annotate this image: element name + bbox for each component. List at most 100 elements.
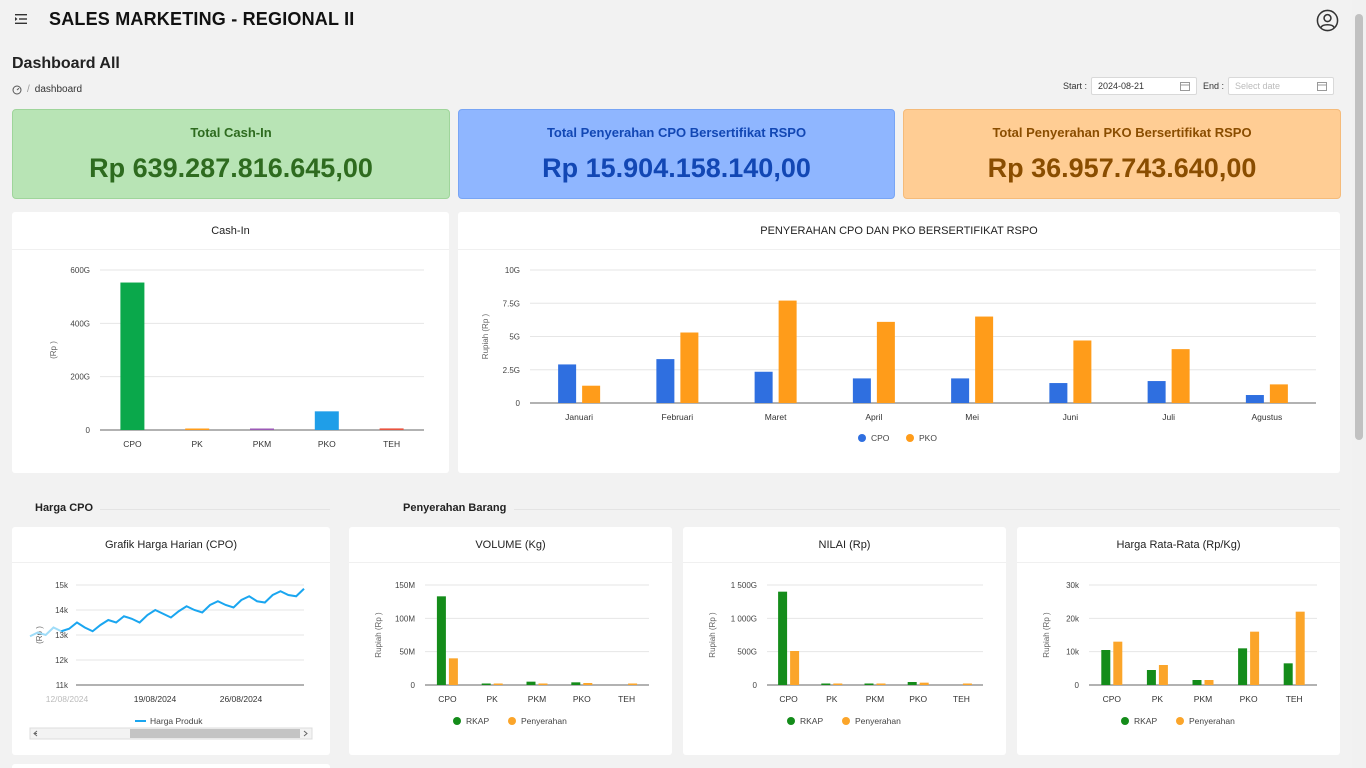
y-tick-label: 13k <box>55 631 69 640</box>
y-tick-label: 50M <box>399 648 415 657</box>
y-axis-label: Rupiah (Rp ) <box>374 612 383 658</box>
y-tick-label: 10G <box>505 266 520 275</box>
breadcrumb-current: dashboard <box>34 84 83 95</box>
bar-penyerahan-pko <box>919 682 929 685</box>
bar-pko-april <box>876 321 895 403</box>
bar-rkap-pk <box>1146 670 1156 685</box>
menu-fold-icon[interactable] <box>14 12 28 26</box>
section-harga-cpo: Harga CPO <box>35 502 94 514</box>
bar-cpo-maret <box>754 371 773 403</box>
x-tick-label: PKO <box>909 694 927 704</box>
x-tick-label: CPO <box>1103 694 1122 704</box>
x-tick-label: 12/08/2024 <box>46 694 89 704</box>
bar-rkap-cpo <box>436 596 446 685</box>
page-title: Dashboard All <box>12 55 120 72</box>
legend-label: PKO <box>919 433 937 443</box>
bar-rkap-pkm <box>526 681 536 685</box>
x-tick-label: PKM <box>528 694 546 704</box>
user-avatar-icon[interactable] <box>1316 9 1339 32</box>
y-tick-label: 5G <box>509 333 520 342</box>
bar-pko-januari <box>582 385 601 403</box>
bar-pk <box>185 428 210 430</box>
bar-cpo-februari <box>656 359 675 403</box>
breadcrumb: / dashboard <box>12 84 82 95</box>
legend-marker-penyerahan <box>1176 717 1184 725</box>
x-tick-label: PKM <box>253 439 271 449</box>
bar-pko-mei <box>975 316 994 403</box>
bar-penyerahan-pko <box>1250 631 1260 685</box>
end-label: End : <box>1202 81 1224 91</box>
bar-rkap-cpo <box>778 591 788 685</box>
dashboard-icon[interactable] <box>12 85 22 95</box>
bar-pko-juni <box>1073 340 1092 403</box>
stat-value: Rp 36.957.743.640,00 <box>987 153 1257 183</box>
y-tick-label: 10k <box>1066 648 1080 657</box>
top-bar: SALES MARKETING - REGIONAL II <box>0 0 1352 40</box>
x-tick-label: PK <box>1152 694 1164 704</box>
start-label: Start : <box>1062 81 1087 91</box>
breadcrumb-separator: / <box>27 84 30 95</box>
cash-in-chart-card: Cash-In 0 200G 400G 600G (Rp ) CPO PK PKM PKO TEH <box>12 212 449 473</box>
scroll-thumb[interactable] <box>1355 14 1363 440</box>
legend-label: Penyerahan <box>855 716 901 726</box>
bar-pko-februari <box>680 332 699 403</box>
x-tick-label: CPO <box>438 694 457 704</box>
y-tick-label: 0 <box>753 681 758 690</box>
legend-label: RKAP <box>1134 716 1157 726</box>
end-date-input[interactable]: Select date <box>1228 77 1334 95</box>
y-tick-label: 0 <box>411 681 416 690</box>
x-tick-label: Mei <box>965 412 979 422</box>
legend-marker-pko <box>906 434 914 442</box>
bar-penyerahan-pk <box>493 683 503 685</box>
bar-pko-maret <box>778 300 797 403</box>
y-tick-label: 400G <box>70 319 90 328</box>
next-card <box>12 764 330 768</box>
bar-cpo-januari <box>558 364 577 403</box>
x-tick-label: TEH <box>1286 694 1303 704</box>
bar-rkap-cpo <box>1101 650 1111 685</box>
start-date-input[interactable]: 2024-08-21 <box>1090 77 1197 95</box>
x-tick-label: Februari <box>662 412 694 422</box>
total-pko-rspo-card: Total Penyerahan PKO Bersertifikat RSPO … <box>903 109 1341 199</box>
legend-marker-rkap <box>787 717 795 725</box>
zoom-scroller-thumb <box>130 729 300 738</box>
bar-pko <box>314 411 339 430</box>
rspo-chart: 0 2.5G 5G 7.5G 10G Rupiah (Rp ) Januari Februar… <box>481 266 1316 443</box>
bar-penyerahan-cpo <box>448 658 458 685</box>
bar-cpo-mei <box>951 378 970 403</box>
bar-pkm <box>250 428 274 430</box>
bar-rkap-teh <box>1283 663 1293 685</box>
bar-penyerahan-pk <box>1158 665 1168 685</box>
y-tick-label: 20k <box>1066 614 1080 623</box>
y-tick-label: 1 000G <box>731 614 757 623</box>
y-tick-label: 0 <box>1075 681 1080 690</box>
x-tick-label: Januari <box>565 412 593 422</box>
bar-pko-agustus <box>1269 384 1288 403</box>
y-axis-label: Rupiah (Rp ) <box>1042 612 1051 658</box>
x-tick-label: Juli <box>1162 412 1175 422</box>
x-tick-label: Juni <box>1063 412 1079 422</box>
x-tick-label: PKO <box>1240 694 1258 704</box>
legend-marker-penyerahan <box>842 717 850 725</box>
x-tick-label: April <box>865 412 882 422</box>
y-tick-label: 2.5G <box>503 366 520 375</box>
legend-label: Harga Produk <box>150 716 203 726</box>
end-date-placeholder: Select date <box>1235 81 1281 91</box>
y-tick-label: 30k <box>1066 581 1080 590</box>
x-tick-label: PKO <box>573 694 591 704</box>
harga-rata-rata-chart: 0 10k 20k 30k Rupiah (Rp ) CPO PK PKM PKO TEH RKAP… <box>1042 581 1317 726</box>
bar-cpo-juli <box>1147 381 1166 403</box>
legend-marker-penyerahan <box>508 717 516 725</box>
date-filter: Start : 2024-08-21 End : Select date <box>1063 77 1340 95</box>
y-tick-label: 0 <box>516 399 521 408</box>
legend-label: Penyerahan <box>1189 716 1235 726</box>
y-axis-label: (Rp ) <box>49 341 58 359</box>
x-tick-label: TEH <box>618 694 635 704</box>
page-scrollbar[interactable] <box>1352 0 1366 768</box>
bar-rkap-pkm <box>864 683 874 685</box>
bar-penyerahan-pkm <box>876 683 886 685</box>
bar-teh <box>379 428 404 430</box>
harga-rata-rata-chart-card: Harga Rata-Rata (Rp/Kg) 0 10k 20k 30k Rupiah… <box>1017 527 1340 755</box>
bar-penyerahan-cpo <box>790 651 800 685</box>
y-tick-label: 150M <box>395 581 415 590</box>
